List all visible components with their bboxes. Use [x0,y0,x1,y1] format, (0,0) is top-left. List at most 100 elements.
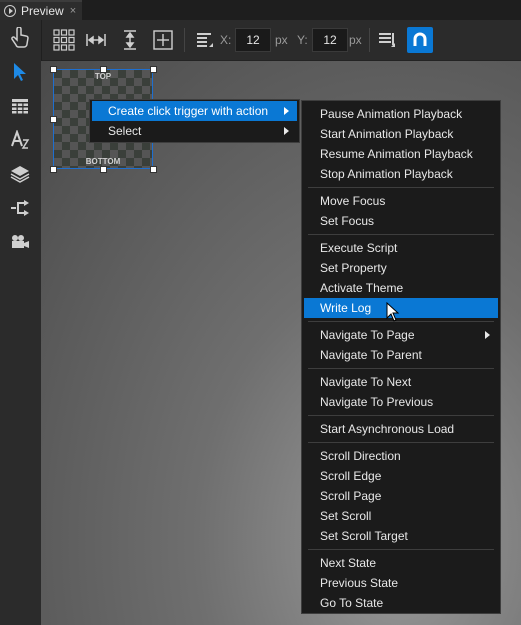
magnet-icon [413,32,427,46]
menu-item-navigate-to-page[interactable]: Navigate To Page [304,325,498,345]
grid-layout-button[interactable] [51,27,77,53]
submenu-arrow-icon [485,331,490,339]
menu-item-navigate-to-next[interactable]: Navigate To Next [304,372,498,392]
stretch-both-button[interactable] [150,27,176,53]
menu-item-navigate-to-previous[interactable]: Navigate To Previous [304,392,498,412]
menu-item-label: Activate Theme [320,281,404,295]
close-icon[interactable]: × [70,5,76,17]
menu-item-set-scroll-target[interactable]: Set Scroll Target [304,526,498,546]
menu-item-label: Navigate To Previous [320,395,434,409]
menu-item-previous-state[interactable]: Previous State [304,573,498,593]
menu-item-write-log[interactable]: Write Log [304,298,498,318]
x-position-input[interactable]: 12 [235,28,271,52]
text-style-icon [11,130,30,149]
stretch-horizontal-icon [86,34,106,46]
x-label: X: [220,33,232,47]
menu-item-select[interactable]: Select [92,121,297,141]
menu-item-label: Navigate To Page [320,328,415,342]
menu-item-label: Pause Animation Playback [320,107,463,121]
resize-handle[interactable] [50,116,57,123]
select-tool-button[interactable] [7,59,33,85]
menu-item-label: Set Property [320,261,387,275]
menu-item-label: Scroll Direction [320,449,401,463]
toolbar: X: 12 px Y: 12 px [41,20,521,61]
layers-icon [10,166,30,183]
menu-item-label: Resume Animation Playback [320,147,473,161]
resize-handle[interactable] [100,66,107,73]
resize-handle[interactable] [50,166,57,173]
resize-handle[interactable] [50,66,57,73]
snapping-toggle-button[interactable] [407,27,433,53]
resize-handle[interactable] [150,166,157,173]
menu-separator [308,442,494,443]
menu-item-label: Start Animation Playback [320,127,454,141]
menu-item-move-focus[interactable]: Move Focus [304,191,498,211]
bindings-tool-button[interactable] [7,195,33,221]
menu-item-label: Stop Animation Playback [320,167,453,181]
play-circle-icon [4,5,16,17]
menu-item-label: Select [108,124,142,138]
layers-tool-button[interactable] [7,161,33,187]
menu-item-scroll-direction[interactable]: Scroll Direction [304,446,498,466]
menu-item-label: Go To State [320,596,384,610]
y-position-input[interactable]: 12 [312,28,348,52]
menu-item-pause-animation-playback[interactable]: Pause Animation Playback [304,104,498,124]
alignment-menu-button[interactable] [374,27,400,53]
interact-tool-button[interactable] [7,25,33,51]
resize-handle[interactable] [150,66,157,73]
menu-item-scroll-page[interactable]: Scroll Page [304,486,498,506]
y-label: Y: [297,33,308,47]
menu-item-set-scroll[interactable]: Set Scroll [304,506,498,526]
menu-separator [308,368,494,369]
camera-tool-button[interactable] [7,229,33,255]
menu-item-label: Navigate To Parent [320,348,422,362]
submenu-arrow-icon [284,107,289,115]
alignment-icon [379,33,395,47]
menu-item-execute-script[interactable]: Execute Script [304,238,498,258]
menu-item-scroll-edge[interactable]: Scroll Edge [304,466,498,486]
menu-item-start-animation-playback[interactable]: Start Animation Playback [304,124,498,144]
menu-item-label: Create click trigger with action [108,104,269,118]
tool-sidebar [0,20,42,625]
menu-item-create-click-trigger[interactable]: Create click trigger with action [92,101,297,121]
toolbar-separator [369,28,370,52]
submenu-arrow-icon [284,127,289,135]
menu-item-label: Set Scroll Target [320,529,408,543]
menu-item-label: Move Focus [320,194,386,208]
menu-separator [308,234,494,235]
menu-item-label: Write Log [320,301,372,315]
menu-item-activate-theme[interactable]: Activate Theme [304,278,498,298]
menu-item-label: Scroll Page [320,489,382,503]
tab-preview[interactable]: Preview × [0,0,82,20]
grid-icon [53,29,75,51]
tab-bar: Preview × [0,0,521,21]
layout-icon [197,33,213,47]
stretch-both-icon [153,30,173,50]
menu-item-label: Start Asynchronous Load [320,422,455,436]
menu-item-resume-animation-playback[interactable]: Resume Animation Playback [304,144,498,164]
menu-item-label: Previous State [320,576,399,590]
menu-separator [308,321,494,322]
menu-item-stop-animation-playback[interactable]: Stop Animation Playback [304,164,498,184]
node-top-label: TOP [94,72,112,81]
action-submenu: Pause Animation Playback Start Animation … [301,100,501,614]
text-style-tool-button[interactable] [7,127,33,153]
layout-menu-button[interactable] [192,27,218,53]
stretch-vertical-button[interactable] [117,27,143,53]
menu-separator [308,187,494,188]
menu-item-label: Set Scroll [320,509,372,523]
table-tool-button[interactable] [7,93,33,119]
hand-pointer-icon [11,27,29,48]
menu-item-navigate-to-parent[interactable]: Navigate To Parent [304,345,498,365]
menu-item-set-property[interactable]: Set Property [304,258,498,278]
camera-icon [12,235,29,248]
y-unit: px [349,33,362,47]
menu-item-next-state[interactable]: Next State [304,553,498,573]
menu-item-start-asynchronous-load[interactable]: Start Asynchronous Load [304,419,498,439]
menu-separator [308,549,494,550]
menu-item-go-to-state[interactable]: Go To State [304,593,498,613]
mouse-cursor-icon [386,302,400,322]
menu-item-set-focus[interactable]: Set Focus [304,211,498,231]
stretch-horizontal-button[interactable] [83,27,109,53]
resize-handle[interactable] [100,166,107,173]
